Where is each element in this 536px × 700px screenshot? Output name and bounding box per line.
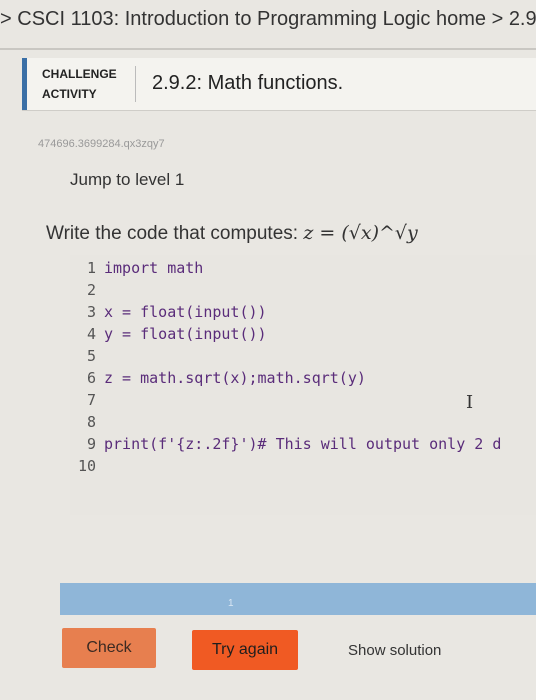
jump-to-level-link[interactable]: Jump to level 1 bbox=[70, 170, 184, 190]
challenge-accent-bar bbox=[22, 58, 27, 110]
challenge-label-line1: CHALLENGE bbox=[42, 67, 117, 81]
line-number: 8 bbox=[86, 413, 96, 431]
challenge-title: 2.9.2: Math functions. bbox=[152, 72, 344, 94]
check-button[interactable]: Check bbox=[62, 628, 156, 668]
try-again-button[interactable]: Try again bbox=[192, 630, 298, 670]
code-text: z = math.sqrt(x);math.sqrt(y) bbox=[104, 369, 366, 387]
line-number: 4 bbox=[86, 325, 96, 343]
code-line[interactable]: 2 bbox=[70, 281, 104, 303]
code-line[interactable]: 1 import math bbox=[70, 259, 203, 281]
code-line[interactable]: 4 y = float(input()) bbox=[70, 325, 267, 347]
prompt-formula: z = (√x)^√y bbox=[303, 222, 418, 244]
show-solution-link[interactable]: Show solution bbox=[348, 642, 441, 659]
code-text: x = float(input()) bbox=[104, 303, 267, 321]
challenge-header: CHALLENGE ACTIVITY 2.9.2: Math functions… bbox=[22, 58, 536, 111]
breadcrumb: > CSCI 1103: Introduction to Programming… bbox=[0, 8, 536, 31]
code-text: import math bbox=[104, 259, 204, 277]
line-number: 3 bbox=[86, 303, 96, 321]
code-text: y = float(input()) bbox=[104, 325, 267, 343]
line-number: 5 bbox=[86, 347, 96, 365]
top-divider bbox=[0, 48, 536, 50]
level-progress-bar bbox=[60, 583, 536, 615]
code-line[interactable]: 3 x = float(input()) bbox=[70, 303, 267, 325]
code-line[interactable]: 9 print(f'{z:.2f}')# This will output onl… bbox=[70, 435, 501, 457]
prompt-text: Write the code that computes: bbox=[46, 223, 304, 244]
line-number: 2 bbox=[86, 281, 96, 299]
line-number: 1 bbox=[86, 259, 96, 277]
code-line[interactable]: 6 z = math.sqrt(x);math.sqrt(y) bbox=[70, 369, 366, 391]
prompt: Write the code that computes: z = (√x)^√… bbox=[46, 222, 418, 245]
breadcrumb-course-link[interactable]: CSCI 1103: Introduction to Programming L… bbox=[17, 8, 486, 30]
line-number: 6 bbox=[86, 369, 96, 387]
code-line[interactable]: 5 bbox=[70, 347, 104, 369]
breadcrumb-prefix: > bbox=[0, 8, 18, 30]
breadcrumb-current[interactable]: 2.9: bbox=[509, 8, 536, 30]
text-cursor-icon: I bbox=[466, 392, 474, 413]
challenge-label-line2: ACTIVITY bbox=[42, 87, 97, 101]
code-text: print(f'{z:.2f}')# This will output only… bbox=[104, 435, 502, 453]
code-line[interactable]: 8 bbox=[70, 413, 104, 435]
line-number: 9 bbox=[86, 435, 96, 453]
activity-id: 474696.3699284.qx3zqy7 bbox=[38, 138, 165, 150]
breadcrumb-separator: > bbox=[486, 8, 509, 30]
code-editor[interactable]: 1 import math 2 3 x = float(input()) 4 y = flo… bbox=[70, 255, 536, 515]
line-number: 10 bbox=[77, 457, 96, 475]
challenge-activity-label: CHALLENGE ACTIVITY bbox=[42, 64, 138, 104]
challenge-divider bbox=[135, 66, 136, 102]
line-number: 7 bbox=[86, 391, 96, 409]
level-progress-number: 1 bbox=[228, 598, 234, 609]
code-line[interactable]: 7 bbox=[70, 391, 104, 413]
code-line[interactable]: 10 bbox=[70, 457, 104, 479]
